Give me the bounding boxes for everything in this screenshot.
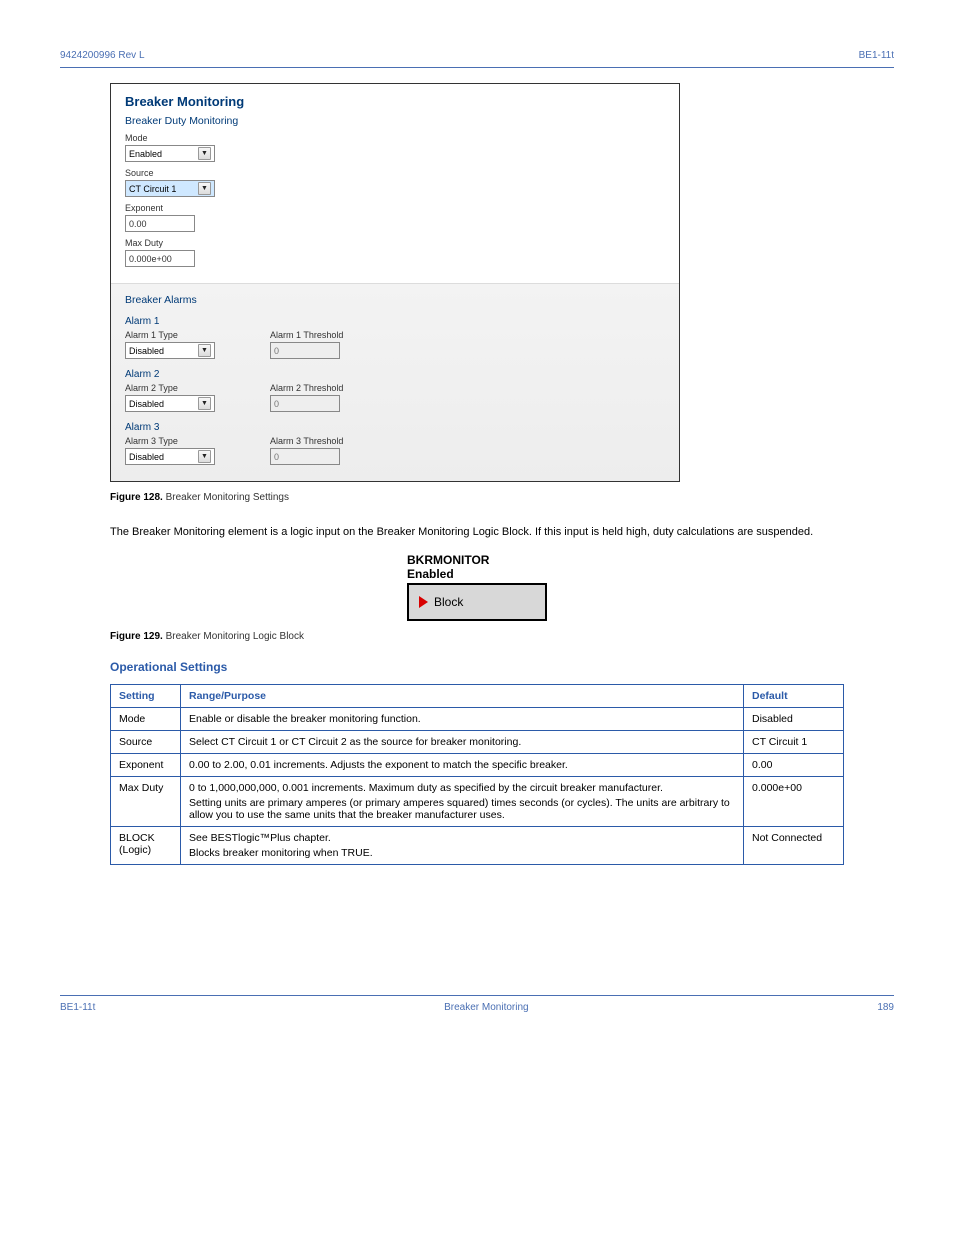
alarm1-threshold-label: Alarm 1 Threshold <box>270 330 343 340</box>
alarm2-threshold-label: Alarm 2 Threshold <box>270 383 343 393</box>
cell-setting: BLOCK (Logic) <box>111 827 181 865</box>
cell-setting: Source <box>111 731 181 754</box>
cell-desc-line: Blocks breaker monitoring when TRUE. <box>189 847 735 859</box>
th-setting: Setting <box>111 685 181 708</box>
cell-desc: 0 to 1,000,000,000, 0.001 increments. Ma… <box>181 777 744 827</box>
table-row: Max Duty 0 to 1,000,000,000, 0.001 incre… <box>111 777 844 827</box>
header-page-ref: BE1-11t <box>859 50 894 61</box>
logic-block-title: BKRMONITOR <box>407 554 547 567</box>
logic-block-label: Block <box>434 595 463 609</box>
cell-desc: 0.00 to 2.00, 0.01 increments. Adjusts t… <box>181 754 744 777</box>
alarms-subtitle: Breaker Alarms <box>125 294 665 306</box>
page-footer: BE1-11t Breaker Monitoring 189 <box>60 995 894 1013</box>
alarm3-type-label: Alarm 3 Type <box>125 436 215 446</box>
cell-default: 0.00 <box>744 754 844 777</box>
table-header-row: Setting Range/Purpose Default <box>111 685 844 708</box>
footer-left: BE1-11t <box>60 1002 95 1013</box>
cell-default: Not Connected <box>744 827 844 865</box>
exponent-input[interactable]: 0.00 <box>125 215 195 232</box>
footer-right: 189 <box>877 1002 894 1013</box>
cell-desc-line: Setting units are primary amperes (or pr… <box>189 797 735 821</box>
cell-default: CT Circuit 1 <box>744 731 844 754</box>
alarm3-threshold-input[interactable]: 0 <box>270 448 340 465</box>
operational-settings-heading: Operational Settings <box>110 660 844 674</box>
figure-128-number: Figure 128. <box>110 492 163 503</box>
chevron-down-icon[interactable]: ▼ <box>198 450 211 463</box>
exponent-label: Exponent <box>125 203 665 213</box>
cell-default: 0.000e+00 <box>744 777 844 827</box>
cell-desc: See BESTlogic™Plus chapter. Blocks break… <box>181 827 744 865</box>
header-doc-id: 9424200996 Rev L <box>60 50 145 61</box>
cell-desc: Enable or disable the breaker monitoring… <box>181 708 744 731</box>
alarm3-threshold-label: Alarm 3 Threshold <box>270 436 343 446</box>
maxduty-value: 0.000e+00 <box>129 254 172 264</box>
alarm3-type-select[interactable]: Disabled ▼ <box>125 448 215 465</box>
footer-center: Breaker Monitoring <box>444 1002 528 1013</box>
alarm2-threshold-value: 0 <box>274 399 279 409</box>
mode-select[interactable]: Enabled ▼ <box>125 145 215 162</box>
alarm1-type-value: Disabled <box>129 346 164 356</box>
chevron-down-icon[interactable]: ▼ <box>198 344 211 357</box>
logic-block-box: Block <box>407 583 547 621</box>
alarm2-type-value: Disabled <box>129 399 164 409</box>
mode-label: Mode <box>125 133 665 143</box>
figure-129-caption: Figure 129. Breaker Monitoring Logic Blo… <box>110 631 844 642</box>
source-select[interactable]: CT Circuit 1 ▼ <box>125 180 215 197</box>
main-content: Breaker Monitoring Breaker Duty Monitori… <box>60 68 894 865</box>
exponent-value: 0.00 <box>129 219 147 229</box>
source-label: Source <box>125 168 665 178</box>
breaker-monitoring-panel: Breaker Monitoring Breaker Duty Monitori… <box>110 83 680 482</box>
figure-129-number: Figure 129. <box>110 631 163 642</box>
cell-default: Disabled <box>744 708 844 731</box>
th-desc: Range/Purpose <box>181 685 744 708</box>
figure-128-text: Breaker Monitoring Settings <box>166 492 289 503</box>
table-row: Source Select CT Circuit 1 or CT Circuit… <box>111 731 844 754</box>
alarm2-threshold-input[interactable]: 0 <box>270 395 340 412</box>
figure-129-text: Breaker Monitoring Logic Block <box>166 631 304 642</box>
alarm1-group-title: Alarm 1 <box>125 316 665 327</box>
mode-value: Enabled <box>129 149 162 159</box>
footer-rule <box>60 995 894 996</box>
chevron-down-icon[interactable]: ▼ <box>198 182 211 195</box>
cell-setting: Exponent <box>111 754 181 777</box>
th-default: Default <box>744 685 844 708</box>
logic-block-subtitle: Enabled <box>407 567 547 581</box>
alarm1-type-label: Alarm 1 Type <box>125 330 215 340</box>
alarm3-threshold-value: 0 <box>274 452 279 462</box>
alarm1-type-select[interactable]: Disabled ▼ <box>125 342 215 359</box>
triangle-icon <box>419 596 428 608</box>
alarm2-type-select[interactable]: Disabled ▼ <box>125 395 215 412</box>
panel-title: Breaker Monitoring <box>125 94 665 109</box>
maxduty-input[interactable]: 0.000e+00 <box>125 250 195 267</box>
duty-monitoring-subtitle: Breaker Duty Monitoring <box>125 115 665 127</box>
alarm3-type-value: Disabled <box>129 452 164 462</box>
cell-desc-line: 0 to 1,000,000,000, 0.001 increments. Ma… <box>189 782 735 794</box>
table-row: Exponent 0.00 to 2.00, 0.01 increments. … <box>111 754 844 777</box>
settings-table: Setting Range/Purpose Default Mode Enabl… <box>110 684 844 865</box>
maxduty-label: Max Duty <box>125 238 665 248</box>
source-value: CT Circuit 1 <box>129 184 176 194</box>
cell-setting: Max Duty <box>111 777 181 827</box>
alarm2-type-label: Alarm 2 Type <box>125 383 215 393</box>
alarm3-group-title: Alarm 3 <box>125 422 665 433</box>
intro-paragraph: The Breaker Monitoring element is a logi… <box>110 525 844 540</box>
chevron-down-icon[interactable]: ▼ <box>198 397 211 410</box>
table-row: BLOCK (Logic) See BESTlogic™Plus chapter… <box>111 827 844 865</box>
cell-desc: Select CT Circuit 1 or CT Circuit 2 as t… <box>181 731 744 754</box>
table-row: Mode Enable or disable the breaker monit… <box>111 708 844 731</box>
logic-block-figure: BKRMONITOR Enabled Block <box>110 554 844 621</box>
alarm1-threshold-value: 0 <box>274 346 279 356</box>
cell-setting: Mode <box>111 708 181 731</box>
cell-desc-line: See BESTlogic™Plus chapter. <box>189 832 735 844</box>
alarm1-threshold-input[interactable]: 0 <box>270 342 340 359</box>
figure-128-caption: Figure 128. Breaker Monitoring Settings <box>110 492 844 503</box>
alarm2-group-title: Alarm 2 <box>125 369 665 380</box>
cell-desc-text: See BESTlogic™Plus chapter. <box>189 832 331 844</box>
chevron-down-icon[interactable]: ▼ <box>198 147 211 160</box>
